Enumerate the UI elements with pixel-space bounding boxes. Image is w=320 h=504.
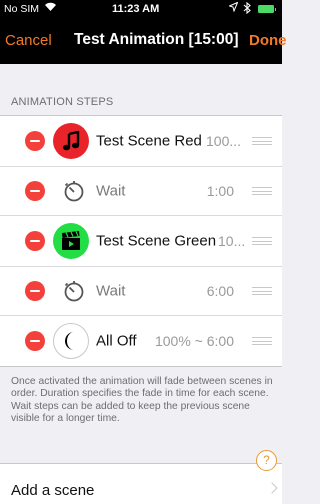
step-value: 10...	[218, 233, 246, 249]
step-label: Test Scene Red	[96, 132, 202, 150]
reorder-handle-icon[interactable]	[252, 137, 272, 145]
location-arrow-icon	[228, 1, 239, 15]
moon-icon	[53, 323, 89, 359]
step-row-scene[interactable]: All Off 100% ~ 6:00	[0, 316, 282, 366]
help-icon[interactable]: ?	[256, 450, 277, 471]
step-label: Wait	[96, 282, 126, 300]
battery-icon	[258, 5, 276, 13]
animation-steps-list: Test Scene Red 100... Wait 1:00 Test Sce…	[0, 115, 282, 367]
step-row-wait[interactable]: Wait 6:00	[0, 267, 282, 316]
step-label: Test Scene Green	[96, 232, 217, 250]
nav-bar: Cancel Test Animation [15:00] Done	[0, 18, 287, 64]
step-row-wait[interactable]: Wait 1:00	[0, 167, 282, 216]
step-row-scene[interactable]: Test Scene Green 10...	[0, 216, 282, 267]
step-value: 100% ~ 6:00	[154, 333, 234, 349]
bluetooth-icon	[243, 1, 251, 17]
reorder-handle-icon[interactable]	[252, 287, 272, 295]
section-header: ANIMATION STEPS	[11, 96, 114, 108]
step-label: All Off	[96, 332, 137, 350]
delete-icon[interactable]	[25, 181, 45, 201]
step-row-scene[interactable]: Test Scene Red 100...	[0, 116, 282, 167]
section-footer: Once activated the animation will fade b…	[11, 376, 273, 424]
reorder-handle-icon[interactable]	[252, 237, 272, 245]
clapperboard-icon	[53, 223, 89, 259]
status-bar: No SIM 11:23 AM	[0, 0, 282, 18]
music-note-icon	[53, 123, 89, 159]
delete-icon[interactable]	[25, 331, 45, 351]
delete-icon[interactable]	[25, 131, 45, 151]
reorder-handle-icon[interactable]	[252, 187, 272, 195]
wifi-icon	[44, 1, 57, 15]
step-label: Wait	[96, 182, 126, 200]
page-title: Test Animation [15:00]	[74, 31, 239, 48]
add-scene-label: Add a scene	[11, 482, 95, 499]
timer-icon	[62, 179, 86, 203]
step-value: 6:00	[206, 283, 234, 299]
add-scene-row[interactable]: ? Add a scene	[0, 450, 282, 504]
reorder-handle-icon[interactable]	[252, 337, 272, 345]
timer-icon	[62, 279, 86, 303]
chevron-right-icon	[266, 482, 278, 494]
step-value: 100...	[206, 133, 242, 149]
delete-icon[interactable]	[25, 281, 45, 301]
done-button[interactable]: Done	[249, 32, 287, 49]
cancel-button[interactable]: Cancel	[5, 32, 52, 49]
step-value: 1:00	[206, 183, 234, 199]
carrier-label: No SIM	[4, 3, 40, 15]
status-time: 11:23 AM	[112, 3, 160, 15]
delete-icon[interactable]	[25, 231, 45, 251]
